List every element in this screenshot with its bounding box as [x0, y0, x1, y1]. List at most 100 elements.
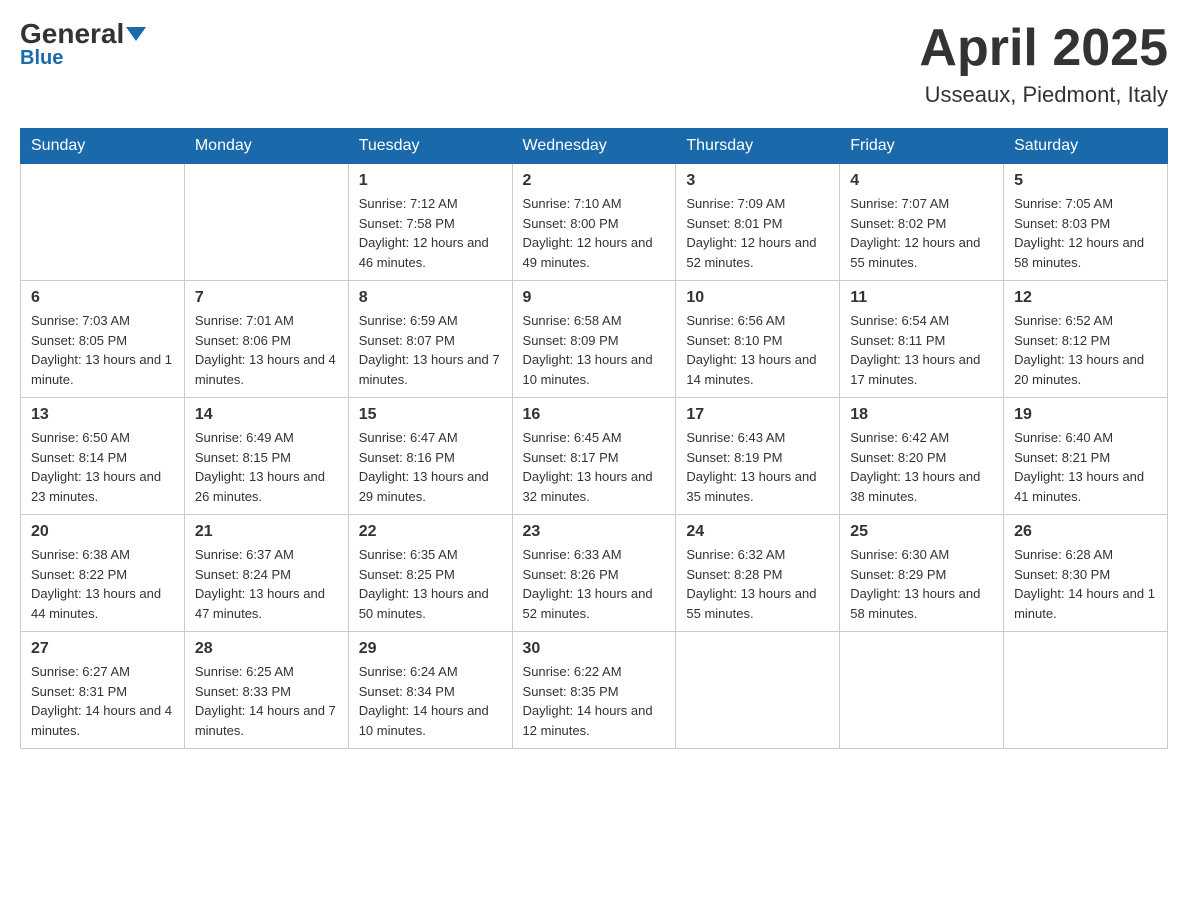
day-number: 26: [1014, 523, 1157, 541]
day-number: 28: [195, 640, 338, 658]
day-info: Sunrise: 7:09 AMSunset: 8:01 PMDaylight:…: [686, 194, 829, 272]
calendar-body: 1 Sunrise: 7:12 AMSunset: 7:58 PMDaylight…: [21, 164, 1168, 749]
calendar-cell: 4Sunrise: 7:07 AMSunset: 8:02 PMDaylight…: [840, 164, 1004, 281]
calendar-cell: 6 Sunrise: 7:03 AMSunset: 8:05 PMDaylight…: [21, 281, 185, 398]
day-info: Sunrise: 6:37 AMSunset: 8:24 PMDaylight:…: [195, 545, 338, 623]
day-info: Sunrise: 6:52 AMSunset: 8:12 PMDaylight:…: [1014, 311, 1157, 389]
day-number: 16: [523, 406, 666, 424]
day-number: 1: [359, 172, 502, 190]
calendar-week-row: 6 Sunrise: 7:03 AMSunset: 8:05 PMDaylight…: [21, 281, 1168, 398]
calendar-cell: 29 Sunrise: 6:24 AMSunset: 8:34 PMDayligh…: [348, 632, 512, 749]
day-number: 12: [1014, 289, 1157, 307]
calendar-day-header: Wednesday: [512, 129, 676, 164]
day-info: Sunrise: 6:32 AMSunset: 8:28 PMDaylight:…: [686, 545, 829, 623]
day-number: 21: [195, 523, 338, 541]
day-info: Sunrise: 6:56 AMSunset: 8:10 PMDaylight:…: [686, 311, 829, 389]
calendar-cell: 1 Sunrise: 7:12 AMSunset: 7:58 PMDaylight…: [348, 164, 512, 281]
calendar-cell: 23Sunrise: 6:33 AMSunset: 8:26 PMDayligh…: [512, 515, 676, 632]
calendar-cell: 26 Sunrise: 6:28 AMSunset: 8:30 PMDayligh…: [1004, 515, 1168, 632]
calendar-cell: [840, 632, 1004, 749]
calendar-cell: 14Sunrise: 6:49 AMSunset: 8:15 PMDayligh…: [184, 398, 348, 515]
calendar-cell: 8 Sunrise: 6:59 AMSunset: 8:07 PMDaylight…: [348, 281, 512, 398]
day-info: Sunrise: 6:35 AMSunset: 8:25 PMDaylight:…: [359, 545, 502, 623]
day-number: 14: [195, 406, 338, 424]
calendar-cell: 21 Sunrise: 6:37 AMSunset: 8:24 PMDayligh…: [184, 515, 348, 632]
day-info: Sunrise: 6:38 AMSunset: 8:22 PMDaylight:…: [31, 545, 174, 623]
calendar-week-row: 13 Sunrise: 6:50 AMSunset: 8:14 PMDayligh…: [21, 398, 1168, 515]
day-number: 29: [359, 640, 502, 658]
title-section: April 2025 Usseaux, Piedmont, Italy: [919, 20, 1168, 108]
day-info: Sunrise: 6:42 AMSunset: 8:20 PMDaylight:…: [850, 428, 993, 506]
day-number: 30: [523, 640, 666, 658]
month-year-title: April 2025: [919, 20, 1168, 77]
day-info: Sunrise: 7:01 AMSunset: 8:06 PMDaylight:…: [195, 311, 338, 389]
day-number: 8: [359, 289, 502, 307]
day-number: 6: [31, 289, 174, 307]
calendar-cell: 22Sunrise: 6:35 AMSunset: 8:25 PMDayligh…: [348, 515, 512, 632]
calendar-cell: [184, 164, 348, 281]
day-number: 3: [686, 172, 829, 190]
calendar-week-row: 27 Sunrise: 6:27 AMSunset: 8:31 PMDayligh…: [21, 632, 1168, 749]
day-info: Sunrise: 6:54 AMSunset: 8:11 PMDaylight:…: [850, 311, 993, 389]
calendar-cell: 30Sunrise: 6:22 AMSunset: 8:35 PMDayligh…: [512, 632, 676, 749]
day-info: Sunrise: 6:30 AMSunset: 8:29 PMDaylight:…: [850, 545, 993, 623]
calendar-day-header: Sunday: [21, 129, 185, 164]
day-info: Sunrise: 6:24 AMSunset: 8:34 PMDaylight:…: [359, 662, 502, 740]
day-number: 24: [686, 523, 829, 541]
day-info: Sunrise: 6:50 AMSunset: 8:14 PMDaylight:…: [31, 428, 174, 506]
day-info: Sunrise: 6:58 AMSunset: 8:09 PMDaylight:…: [523, 311, 666, 389]
calendar-cell: 13 Sunrise: 6:50 AMSunset: 8:14 PMDayligh…: [21, 398, 185, 515]
calendar-cell: 5Sunrise: 7:05 AMSunset: 8:03 PMDaylight…: [1004, 164, 1168, 281]
calendar-cell: 17 Sunrise: 6:43 AMSunset: 8:19 PMDayligh…: [676, 398, 840, 515]
day-number: 17: [686, 406, 829, 424]
calendar-cell: 10Sunrise: 6:56 AMSunset: 8:10 PMDayligh…: [676, 281, 840, 398]
calendar-cell: 25 Sunrise: 6:30 AMSunset: 8:29 PMDayligh…: [840, 515, 1004, 632]
day-number: 23: [523, 523, 666, 541]
day-number: 7: [195, 289, 338, 307]
day-number: 5: [1014, 172, 1157, 190]
day-info: Sunrise: 6:59 AMSunset: 8:07 PMDaylight:…: [359, 311, 502, 389]
calendar-cell: 2 Sunrise: 7:10 AMSunset: 8:00 PMDaylight…: [512, 164, 676, 281]
day-number: 11: [850, 289, 993, 307]
logo: General Blue: [20, 20, 146, 68]
calendar-cell: 27 Sunrise: 6:27 AMSunset: 8:31 PMDayligh…: [21, 632, 185, 749]
calendar-day-header: Monday: [184, 129, 348, 164]
calendar-cell: 9 Sunrise: 6:58 AMSunset: 8:09 PMDaylight…: [512, 281, 676, 398]
day-info: Sunrise: 7:07 AMSunset: 8:02 PMDaylight:…: [850, 194, 993, 272]
day-info: Sunrise: 6:27 AMSunset: 8:31 PMDaylight:…: [31, 662, 174, 740]
calendar-cell: 16 Sunrise: 6:45 AMSunset: 8:17 PMDayligh…: [512, 398, 676, 515]
calendar-cell: 3 Sunrise: 7:09 AMSunset: 8:01 PMDaylight…: [676, 164, 840, 281]
calendar-day-header: Thursday: [676, 129, 840, 164]
logo-triangle-icon: [126, 27, 146, 41]
day-number: 2: [523, 172, 666, 190]
day-number: 9: [523, 289, 666, 307]
calendar-day-header: Saturday: [1004, 129, 1168, 164]
day-info: Sunrise: 7:12 AMSunset: 7:58 PMDaylight:…: [359, 194, 502, 272]
calendar-day-header: Friday: [840, 129, 1004, 164]
calendar-cell: 7 Sunrise: 7:01 AMSunset: 8:06 PMDaylight…: [184, 281, 348, 398]
calendar-cell: [21, 164, 185, 281]
day-number: 20: [31, 523, 174, 541]
day-info: Sunrise: 6:45 AMSunset: 8:17 PMDaylight:…: [523, 428, 666, 506]
day-info: Sunrise: 7:10 AMSunset: 8:00 PMDaylight:…: [523, 194, 666, 272]
day-number: 18: [850, 406, 993, 424]
day-info: Sunrise: 6:43 AMSunset: 8:19 PMDaylight:…: [686, 428, 829, 506]
calendar-cell: 15Sunrise: 6:47 AMSunset: 8:16 PMDayligh…: [348, 398, 512, 515]
day-info: Sunrise: 6:28 AMSunset: 8:30 PMDaylight:…: [1014, 545, 1157, 623]
calendar-header-row: SundayMondayTuesdayWednesdayThursdayFrid…: [21, 129, 1168, 164]
calendar-week-row: 1 Sunrise: 7:12 AMSunset: 7:58 PMDaylight…: [21, 164, 1168, 281]
day-info: Sunrise: 6:40 AMSunset: 8:21 PMDaylight:…: [1014, 428, 1157, 506]
calendar-cell: 11 Sunrise: 6:54 AMSunset: 8:11 PMDayligh…: [840, 281, 1004, 398]
calendar-cell: [1004, 632, 1168, 749]
calendar-cell: 18 Sunrise: 6:42 AMSunset: 8:20 PMDayligh…: [840, 398, 1004, 515]
calendar-day-header: Tuesday: [348, 129, 512, 164]
calendar-week-row: 20 Sunrise: 6:38 AMSunset: 8:22 PMDayligh…: [21, 515, 1168, 632]
day-number: 27: [31, 640, 174, 658]
logo-general-text: General: [20, 20, 124, 48]
day-info: Sunrise: 7:03 AMSunset: 8:05 PMDaylight:…: [31, 311, 174, 389]
day-number: 15: [359, 406, 502, 424]
day-number: 25: [850, 523, 993, 541]
day-number: 13: [31, 406, 174, 424]
day-number: 19: [1014, 406, 1157, 424]
page-header: General Blue April 2025 Usseaux, Piedmon…: [20, 20, 1168, 108]
